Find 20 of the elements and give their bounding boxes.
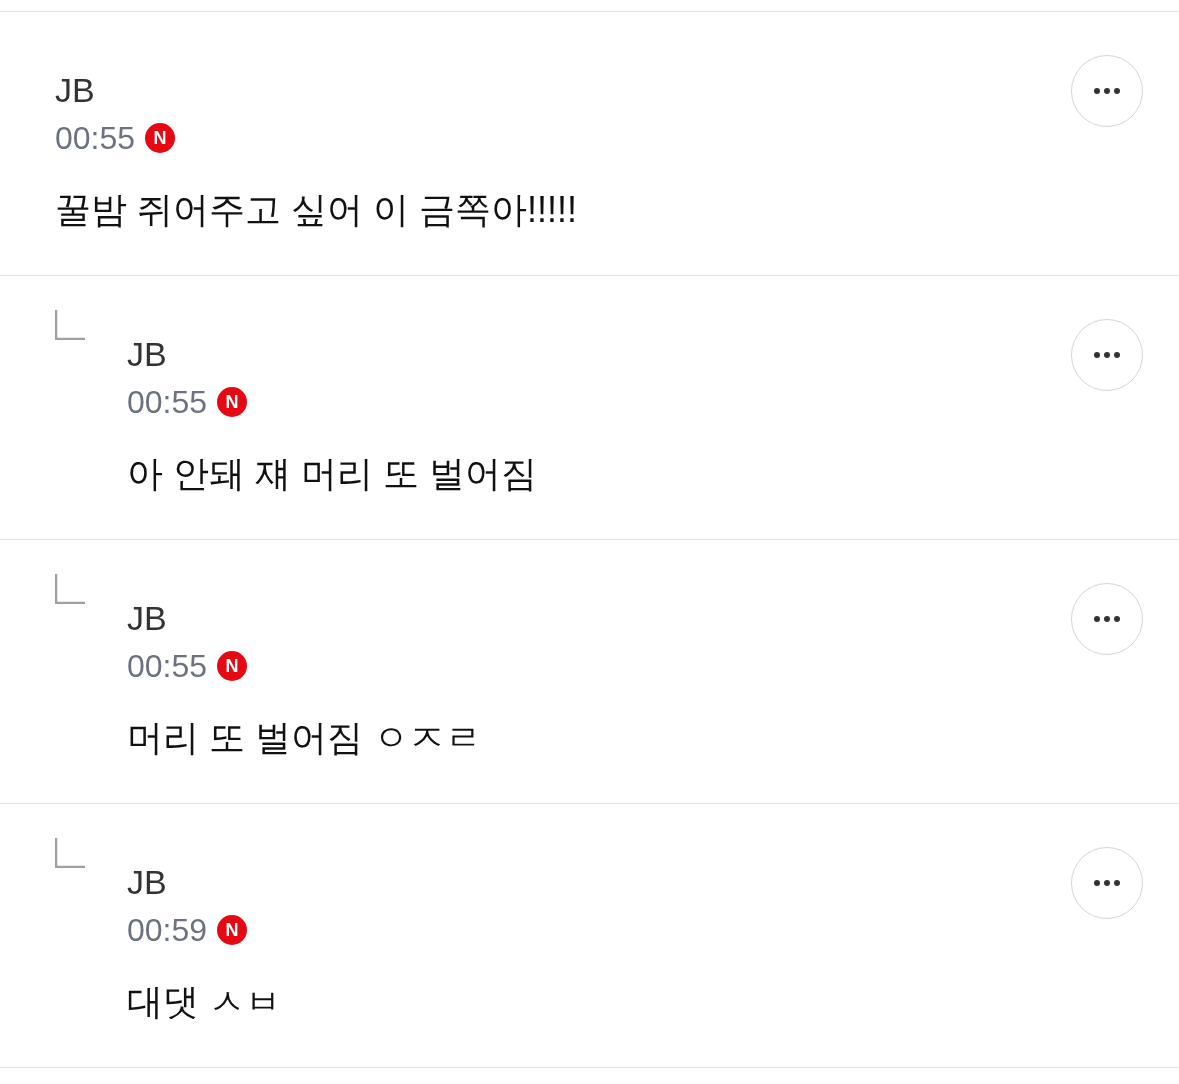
comment-text: 머리 또 벌어짐 ㅇㅈㄹ: [127, 716, 482, 760]
comment-text: 꿀밤 쥐어주고 싶어 이 금쪽아!!!!!: [55, 188, 579, 232]
author-name: JB: [127, 862, 168, 902]
more-icon: [1093, 615, 1121, 623]
n-badge: N: [217, 651, 248, 681]
comment-text: 아 안돼 쟤 머리 또 벌어짐: [127, 452, 538, 496]
comment-time: 00:55: [127, 647, 208, 686]
more-icon: [1093, 879, 1121, 887]
author-name: JB: [55, 70, 96, 110]
comment-time: 00:55: [127, 383, 208, 422]
author-name: JB: [127, 334, 168, 374]
more-icon: [1093, 87, 1121, 95]
n-badge: N: [217, 387, 248, 417]
comment-time: 00:59: [127, 911, 208, 950]
comment-time: 00:55: [55, 119, 136, 158]
n-badge: N: [217, 915, 248, 945]
author-name: JB: [127, 598, 168, 638]
comment-text: 대댓 ㅅㅂ: [127, 980, 282, 1024]
more-icon: [1093, 351, 1121, 359]
n-badge: N: [145, 123, 176, 153]
